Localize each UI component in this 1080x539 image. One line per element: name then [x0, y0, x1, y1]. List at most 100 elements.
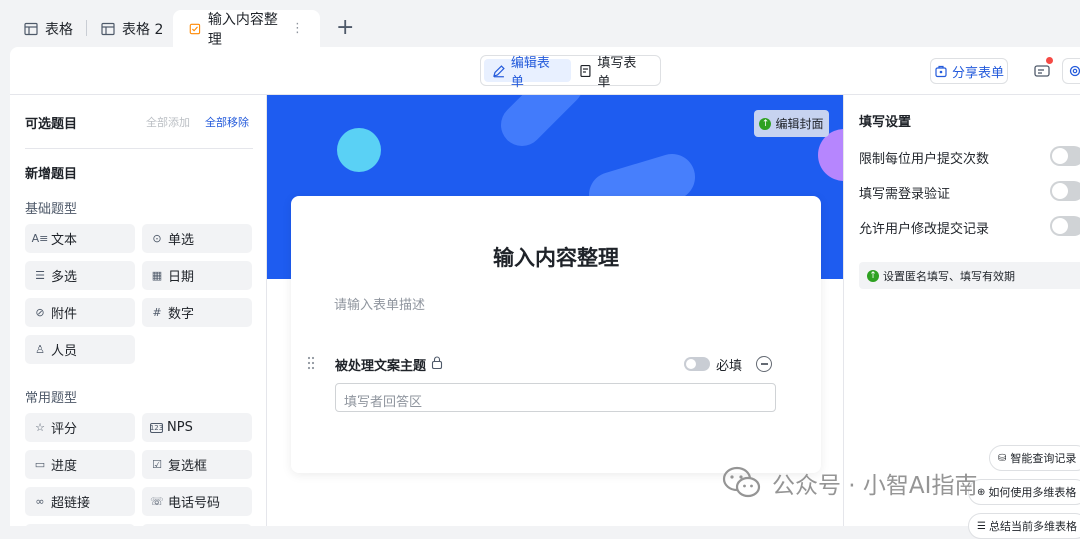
- edit-form-label: 编辑表单: [510, 55, 550, 90]
- share-form-button[interactable]: 分享表单: [930, 58, 1008, 84]
- allow-edit-toggle[interactable]: [1050, 216, 1080, 236]
- anonymous-settings-label: 设置匿名填写、填写有效期: [883, 269, 1015, 283]
- person-icon: ♙: [35, 343, 45, 356]
- chip-label: 单选: [168, 233, 195, 248]
- arrow-up-icon: ↑: [867, 269, 879, 282]
- watermark: 公众号 · 小智AI指南: [722, 466, 977, 500]
- floating-label: 如何使用多维表格: [988, 486, 1077, 499]
- more-vertical-icon[interactable]: ⋮: [291, 21, 304, 36]
- limit-submissions-toggle[interactable]: [1050, 146, 1080, 166]
- panel-title: 填写设置: [859, 115, 912, 130]
- edit-cover-label: 编辑封面: [775, 117, 824, 131]
- add-all-link[interactable]: 全部添加: [146, 114, 190, 130]
- query-icon: ⛁: [998, 452, 1007, 464]
- paperclip-icon: ⊘: [35, 306, 45, 319]
- form-icon: [189, 23, 201, 34]
- add-tab-icon[interactable]: +: [336, 16, 354, 40]
- form-description-input[interactable]: 请输入表单描述: [334, 294, 425, 313]
- chip-label: 复选框: [168, 459, 208, 474]
- summarize-table-button[interactable]: ☰ 总结当前多维表格: [968, 513, 1080, 539]
- chip-label: 数字: [168, 307, 195, 322]
- phone-icon: ☏: [150, 495, 164, 508]
- chip-label: 人员: [51, 344, 78, 359]
- notification-badge: [1046, 57, 1053, 64]
- share-icon: [935, 65, 947, 78]
- panel-title: 可选题目: [25, 117, 78, 132]
- fill-form-button[interactable]: 填写表单: [571, 56, 658, 90]
- divider: [25, 148, 253, 149]
- question-type-multi-select[interactable]: ☰ 多选: [25, 261, 135, 290]
- question-type-checkbox[interactable]: ☑ 复选框: [142, 450, 252, 479]
- arrow-up-icon: ↑: [759, 117, 772, 130]
- share-form-label: 分享表单: [951, 65, 1004, 81]
- question-title[interactable]: 被处理文案主题: [335, 355, 426, 374]
- tab-divider: [86, 20, 87, 36]
- setting-label: 填写需登录验证: [859, 187, 951, 202]
- tab-bar: 表格 表格 2 输入内容整理 ⋮ +: [0, 0, 1080, 48]
- how-to-use-button[interactable]: ⊕ 如何使用多维表格: [968, 479, 1080, 505]
- lock-icon: [431, 356, 443, 369]
- question-type-attachment[interactable]: ⊘ 附件: [25, 298, 135, 327]
- hash-icon: #: [152, 306, 162, 319]
- text-icon: A≡: [31, 232, 49, 245]
- tab-label: 输入内容整理: [207, 11, 278, 48]
- gear-icon: [1069, 65, 1080, 77]
- tab-table-2[interactable]: 表格 2: [101, 10, 163, 47]
- question-type-single-select[interactable]: ⊙ 单选: [142, 224, 252, 253]
- tab-form-active[interactable]: 输入内容整理 ⋮: [173, 10, 320, 48]
- calendar-icon: ▦: [151, 269, 163, 282]
- chip-label: 附件: [51, 307, 78, 322]
- question-type-date[interactable]: ▦ 日期: [142, 261, 252, 290]
- smart-query-button[interactable]: ⛁ 智能查询记录: [989, 445, 1080, 471]
- question-type-phone[interactable]: ☏ 电话号码: [142, 487, 252, 516]
- question-type-rating[interactable]: ☆ 评分: [25, 413, 135, 442]
- chip-label: NPS: [167, 420, 193, 435]
- question-type-person[interactable]: ♙ 人员: [25, 335, 135, 364]
- checkbox-icon: ☑: [152, 458, 162, 471]
- question-palette: 可选题目 全部添加 全部移除 新增题目 基础题型 A≡ 文本 ⊙ 单选 ☰ 多选 ▦ 日…: [10, 95, 266, 534]
- chip-label: 多选: [51, 270, 78, 285]
- edit-form-button[interactable]: 编辑表单: [484, 56, 571, 90]
- pencil-icon: [493, 64, 505, 77]
- drag-handle-icon[interactable]: [307, 356, 315, 370]
- question-type-text[interactable]: A≡ 文本: [25, 224, 135, 253]
- watermark-text: 公众号 · 小智AI指南: [772, 473, 978, 499]
- notification-icon[interactable]: [1033, 62, 1051, 80]
- chip-label: 电话号码: [168, 496, 221, 511]
- answer-field[interactable]: 填写者回答区: [335, 383, 776, 412]
- nps-icon: 123: [149, 422, 164, 433]
- tab-table-1[interactable]: 表格: [24, 10, 73, 47]
- progress-icon: ▭: [34, 458, 46, 471]
- common-types-heading: 常用题型: [25, 391, 78, 406]
- form-editor: ↑ 编辑封面 输入内容整理 请输入表单描述 被处理文案主题 必填 填写者回答区: [266, 95, 843, 526]
- fill-form-icon: [579, 64, 591, 77]
- table-icon: [101, 22, 115, 35]
- edit-cover-button[interactable]: ↑ 编辑封面: [754, 110, 829, 137]
- chip-label: 日期: [168, 270, 195, 285]
- question-type-nps[interactable]: 123 NPS: [142, 413, 252, 442]
- required-label: 必填: [716, 359, 743, 374]
- chip-label: 评分: [51, 422, 78, 437]
- required-toggle[interactable]: [684, 357, 710, 371]
- toolbar: 编辑表单 填写表单 分享表单: [10, 47, 1080, 95]
- setting-label: 限制每位用户提交次数: [859, 152, 990, 167]
- mode-switch: 编辑表单 填写表单: [480, 55, 661, 90]
- chip-label: 文本: [51, 233, 78, 248]
- setting-label: 允许用户修改提交记录: [859, 222, 990, 237]
- fill-form-label: 填写表单: [597, 55, 637, 90]
- form-title[interactable]: 输入内容整理: [291, 242, 821, 272]
- anonymous-settings-button[interactable]: ↑ 设置匿名填写、填写有效期: [859, 262, 1080, 289]
- settings-button[interactable]: [1062, 58, 1080, 84]
- chip-label: 超链接: [51, 496, 91, 511]
- question-type-progress[interactable]: ▭ 进度: [25, 450, 135, 479]
- new-question-heading: 新增题目: [25, 167, 78, 182]
- help-icon: ⊕: [977, 486, 986, 498]
- login-required-toggle[interactable]: [1050, 181, 1080, 201]
- single-select-icon: ⊙: [152, 232, 162, 245]
- remove-all-link[interactable]: 全部移除: [205, 114, 249, 130]
- multi-select-icon: ☰: [35, 269, 45, 282]
- question-type-number[interactable]: # 数字: [142, 298, 252, 327]
- question-type-link[interactable]: ∞ 超链接: [25, 487, 135, 516]
- star-icon: ☆: [35, 421, 45, 434]
- remove-question-icon[interactable]: [756, 356, 772, 372]
